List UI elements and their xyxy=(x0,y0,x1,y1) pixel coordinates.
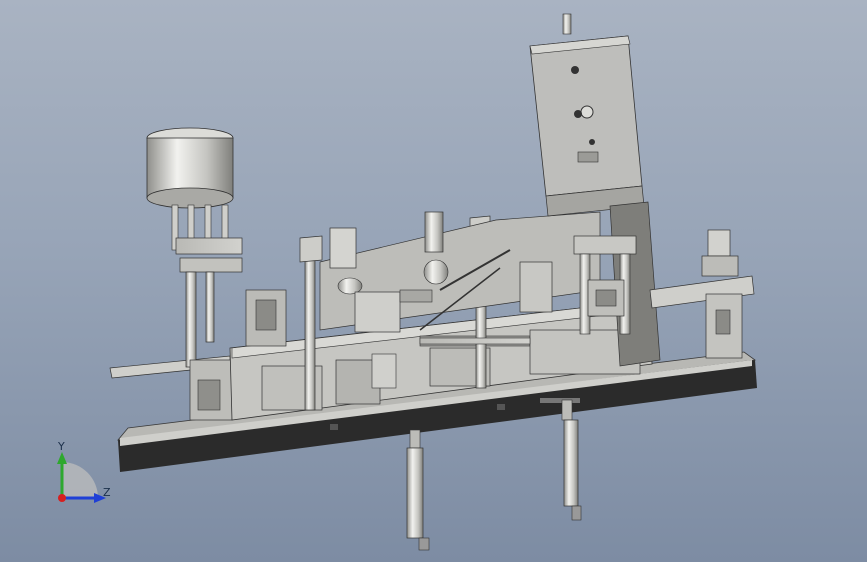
cad-viewport[interactable]: Y Z xyxy=(0,0,867,562)
y-axis-label: Y xyxy=(58,440,65,453)
axis-triad-icon xyxy=(57,452,106,503)
lower-cylinder-left xyxy=(406,429,430,551)
z-axis-label: Z xyxy=(103,486,111,499)
assembly-model[interactable] xyxy=(0,0,867,562)
lower-cylinder-right xyxy=(561,399,582,521)
cross-rod xyxy=(419,337,531,345)
drum-unit xyxy=(146,127,243,421)
side-arm xyxy=(649,229,755,359)
orientation-triad: Y Z xyxy=(40,436,130,516)
